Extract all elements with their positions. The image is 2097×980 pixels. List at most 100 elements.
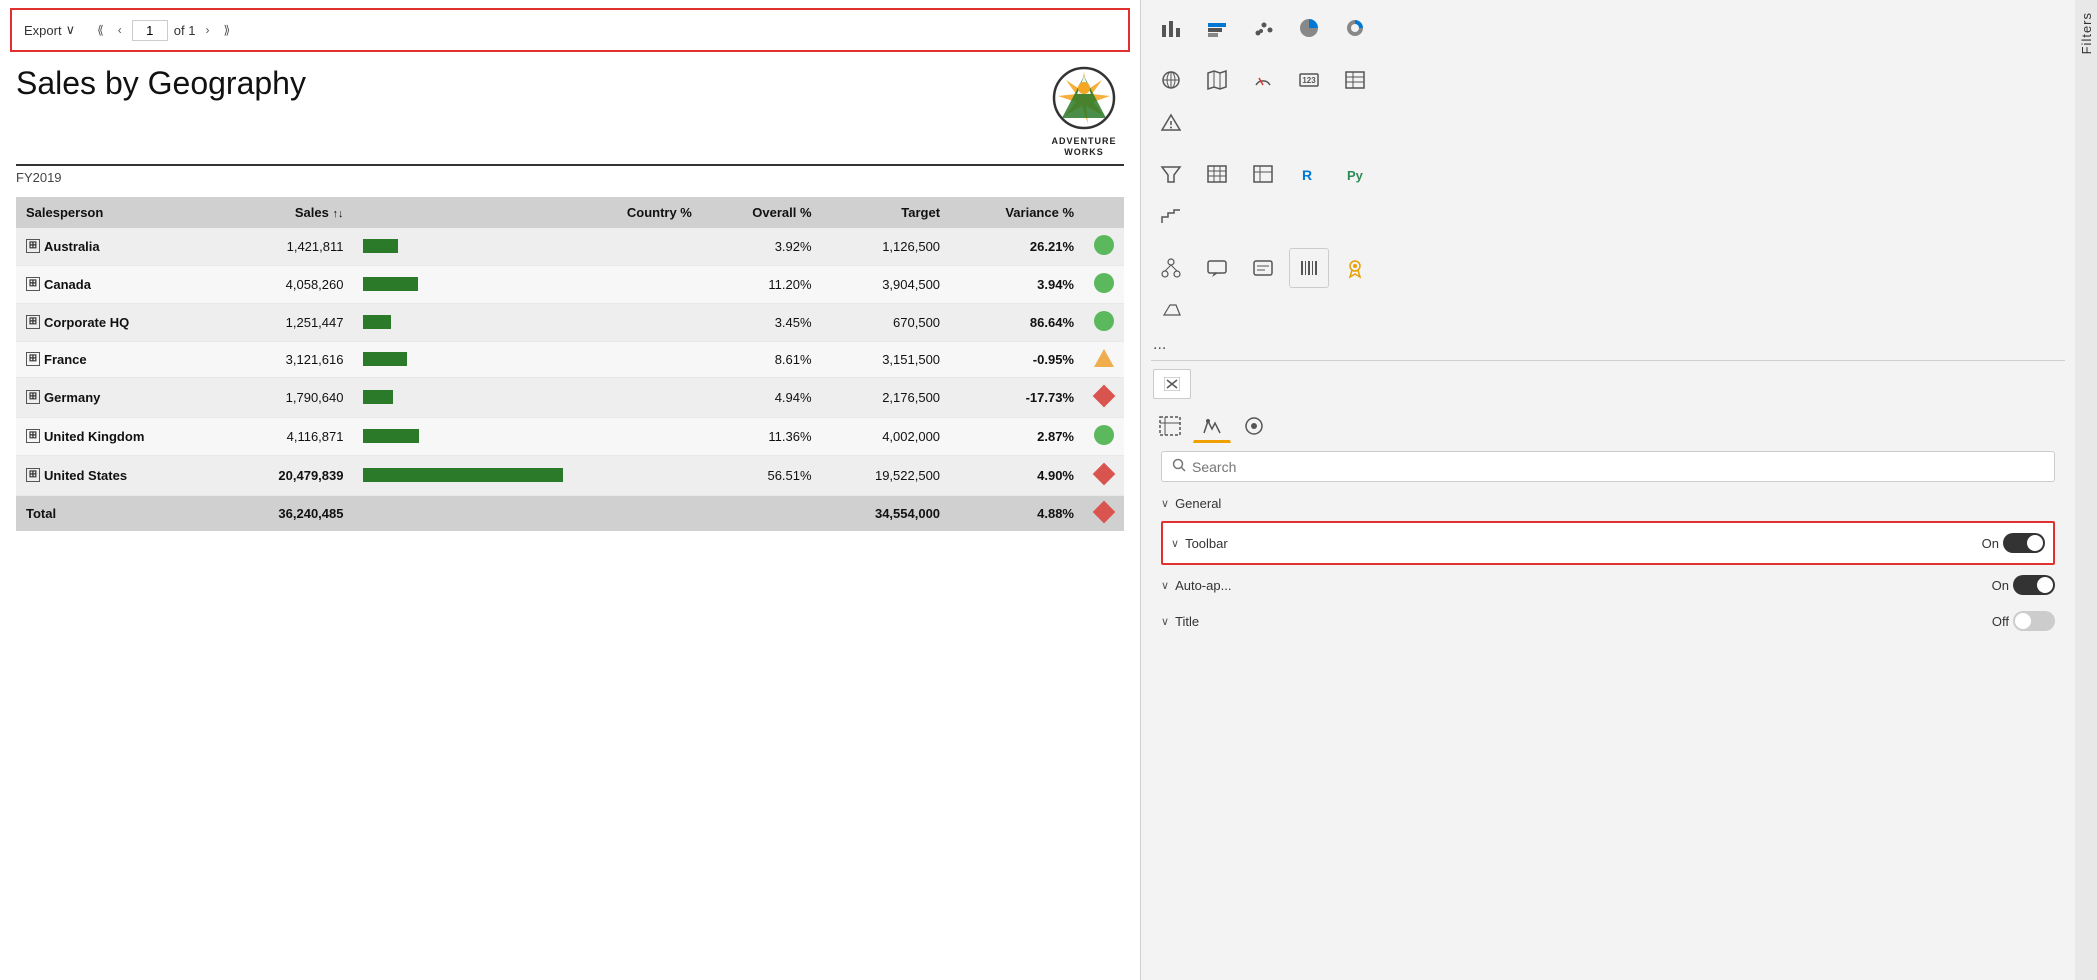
cell-variance: -0.95% [950, 341, 1084, 377]
col-target: Target [822, 197, 950, 228]
cell-name: ⊞ United Kingdom [16, 417, 225, 455]
svg-text:Py: Py [1347, 168, 1364, 183]
cell-variance: -17.73% [950, 377, 1084, 417]
barcode-icon[interactable] [1289, 248, 1329, 288]
pin-icon[interactable] [1335, 248, 1375, 288]
cell-status [1084, 303, 1124, 341]
cell-variance: 3.94% [950, 265, 1084, 303]
chat-icon[interactable] [1197, 248, 1237, 288]
gauge-icon[interactable] [1243, 60, 1283, 100]
cell-bar [353, 265, 573, 303]
section-title-label: Title [1175, 614, 1199, 629]
eraser-icon[interactable] [1151, 290, 1191, 330]
close-panel-button[interactable] [1153, 369, 1191, 399]
decomp-tree-icon[interactable] [1151, 248, 1191, 288]
toolbar-toggle-switch[interactable] [2003, 533, 2045, 553]
cell-status [1084, 455, 1124, 495]
stacked-bar-icon[interactable] [1197, 8, 1237, 48]
r-script-icon[interactable]: R [1289, 154, 1329, 194]
section-autoapply-header[interactable]: ∨ Auto-ap... On [1161, 569, 2055, 601]
search-input[interactable] [1192, 459, 2044, 475]
cell-status [1084, 417, 1124, 455]
python-icon[interactable]: Py [1335, 154, 1375, 194]
cell-overall-pct: 11.20% [702, 265, 822, 303]
cell-variance: 4.90% [950, 455, 1084, 495]
autoapply-toggle-switch[interactable] [2013, 575, 2055, 595]
cell-sales: 3,121,616 [225, 341, 353, 377]
chevron-down-icon: ∨ [1161, 615, 1169, 628]
first-page-button[interactable]: ⟪ [93, 21, 108, 39]
status-red-icon [1093, 384, 1116, 407]
logo-area: ADVENTUREWORKS [1044, 66, 1124, 158]
cell-total-target: 34,554,000 [822, 495, 950, 531]
cell-status [1084, 377, 1124, 417]
chevron-down-icon: ∨ [66, 22, 76, 38]
scatter-icon[interactable] [1243, 8, 1283, 48]
expand-icon[interactable]: ⊞ [26, 352, 40, 366]
table2-icon[interactable] [1243, 154, 1283, 194]
section-general-header[interactable]: ∨ General [1161, 490, 2055, 517]
section-toolbar-row: ∨ Toolbar On [1171, 529, 2045, 557]
table-row: ⊞ Corporate HQ 1,251,447 3.45% 670,500 8… [16, 303, 1124, 341]
funnel-icon[interactable] [1151, 154, 1191, 194]
table-row: ⊞ France 3,121,616 8.61% 3,151,500 -0.95… [16, 341, 1124, 377]
export-button[interactable]: Export ∨ [24, 22, 75, 38]
chevron-down-icon: ∨ [1161, 579, 1169, 592]
cell-sales: 1,790,640 [225, 377, 353, 417]
next-page-button[interactable]: › [201, 21, 213, 39]
step-chart-icon[interactable] [1151, 196, 1191, 236]
status-red-icon [1093, 462, 1116, 485]
sidebar-layout: 123 R [1141, 0, 2097, 980]
prev-page-button[interactable]: ‹ [114, 21, 126, 39]
format-panel: ∨ General ∨ Toolbar On [1141, 403, 2075, 647]
kpi-icon[interactable] [1151, 102, 1191, 142]
cell-status [1084, 228, 1124, 266]
matrix-icon[interactable] [1197, 154, 1237, 194]
report-panel: Export ∨ ⟪ ‹ of 1 › ⟫ Sales by Geography [0, 0, 1140, 980]
expand-icon[interactable]: ⊞ [26, 468, 40, 482]
expand-icon[interactable]: ⊞ [26, 277, 40, 291]
status-green-icon [1094, 311, 1114, 331]
cell-target: 4,002,000 [822, 417, 950, 455]
status-green-icon [1094, 235, 1114, 255]
cell-status [1084, 341, 1124, 377]
report-subtitle: FY2019 [16, 170, 1124, 185]
page-navigation: ⟪ ‹ of 1 › ⟫ [93, 20, 234, 41]
expand-icon[interactable]: ⊞ [26, 239, 40, 253]
title-toggle-switch[interactable] [2013, 611, 2055, 631]
section-general-label: General [1175, 496, 1221, 511]
cell-country-pct [573, 417, 701, 455]
expand-icon[interactable]: ⊞ [26, 315, 40, 329]
section-title-header[interactable]: ∨ Title Off [1161, 605, 2055, 637]
cell-overall-pct: 4.94% [702, 377, 822, 417]
expand-icon[interactable]: ⊞ [26, 390, 40, 404]
map-icon[interactable] [1197, 60, 1237, 100]
table-icon[interactable] [1335, 60, 1375, 100]
cell-name: ⊞ Australia [16, 228, 225, 266]
section-toolbar-box: ∨ Toolbar On [1161, 521, 2055, 565]
table-footer-row: Total 36,240,485 34,554,000 4.88% [16, 495, 1124, 531]
donut-icon[interactable] [1335, 8, 1375, 48]
tab-fields[interactable] [1151, 409, 1189, 443]
cell-country-pct [573, 377, 701, 417]
cell-country-pct [573, 228, 701, 266]
number-card-icon[interactable]: 123 [1289, 60, 1329, 100]
cell-target: 670,500 [822, 303, 950, 341]
last-page-button[interactable]: ⟫ [219, 21, 234, 39]
cell-total-country-pct [573, 495, 701, 531]
icon-grid-row1 [1141, 0, 2075, 52]
tab-format[interactable] [1193, 409, 1231, 443]
pie-chart-icon[interactable] [1289, 8, 1329, 48]
expand-icon[interactable]: ⊞ [26, 429, 40, 443]
col-sales[interactable]: Sales ↑↓ [225, 197, 353, 228]
svg-text:R: R [1302, 167, 1312, 183]
globe-icon[interactable] [1151, 60, 1191, 100]
smart-narrative-icon[interactable] [1243, 248, 1283, 288]
cell-name: ⊞ Corporate HQ [16, 303, 225, 341]
cell-country-pct [573, 341, 701, 377]
page-number-input[interactable] [132, 20, 168, 41]
svg-text:123: 123 [1302, 76, 1316, 85]
bar-chart-icon[interactable] [1151, 8, 1191, 48]
tab-analytics[interactable] [1235, 409, 1273, 443]
cell-name: ⊞ Canada [16, 265, 225, 303]
